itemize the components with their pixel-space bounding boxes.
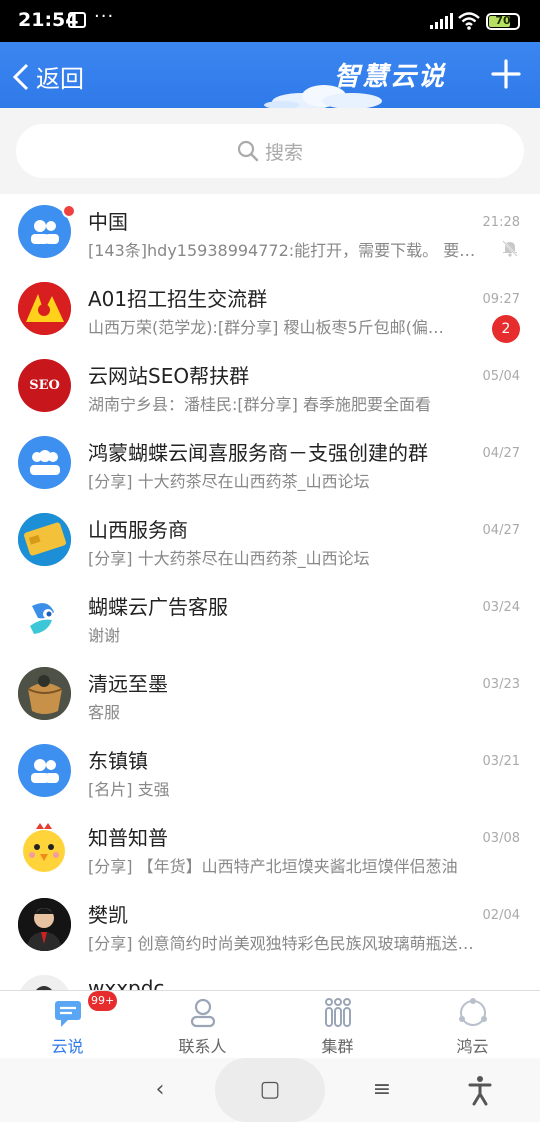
group-avatar (18, 436, 71, 489)
tab-label: 云说 (51, 1037, 84, 1056)
conversation-preview: 谢谢 (88, 626, 121, 645)
conversation-preview: [分享] 创意简约时尚美观独特彩色民族风玻璃萌瓶送… (88, 934, 474, 953)
conversation-name: 樊凯 (88, 903, 128, 927)
conversation-preview: 湖南宁乡县：潘桂民:[群分享] 春季施肥要全面看 (88, 395, 431, 414)
conversation-time: 03/21 (482, 754, 520, 769)
seo-avatar: SEO (18, 359, 71, 412)
tab-label: 联系人 (178, 1037, 227, 1056)
red-logo-avatar (18, 282, 71, 335)
conversation-item[interactable]: 鸿蒙蝴蝶云闻喜服务商－支强创建的群 [分享] 十大药茶尽在山西药茶_山西论坛 0… (0, 425, 540, 502)
conversation-item[interactable]: 东镇镇 [名片] 支强 03/21 (0, 733, 540, 810)
mute-bell-icon (502, 240, 518, 257)
conversation-preview: [分享] 十大药茶尽在山西药茶_山西论坛 (88, 549, 370, 568)
conversation-item[interactable]: 清远至墨 客服 03/23 (0, 656, 540, 733)
conversation-preview: [名片] 支强 (88, 780, 170, 799)
back-label: 返回 (36, 65, 84, 93)
search-area: 搜索 (0, 108, 540, 194)
group-icon (30, 219, 59, 244)
chick-avatar (18, 821, 71, 874)
tab-cluster[interactable]: 集群 (270, 991, 405, 1059)
accessibility-icon[interactable] (460, 1072, 500, 1108)
conversation-name: 东镇镇 (88, 749, 148, 773)
app-brand-logo: 智慧云说 (334, 62, 447, 92)
conversation-name: 中国 (88, 210, 128, 234)
nav-home-button[interactable]: ▢ (250, 1072, 290, 1108)
conversation-preview: [分享] 【年货】山西特产北垣馍夹酱北垣馍伴侣葱油 (88, 857, 458, 876)
conversation-time: 02/04 (482, 908, 520, 923)
cluster-icon (324, 998, 351, 1027)
contacts-icon (190, 998, 215, 1028)
conversation-preview: 山西万荣(范学龙):[群分享] 稷山板枣5斤包邮(偏… (88, 318, 444, 337)
conversation-preview: [分享] 十大药茶尽在山西药茶_山西论坛 (88, 472, 370, 491)
unread-badge: 2 (492, 315, 520, 343)
conversation-time: 05/04 (482, 369, 520, 384)
battery-icon: 70 (486, 13, 520, 30)
conversation-name: 云网站SEO帮扶群 (88, 364, 250, 388)
conversation-name: 山西服务商 (88, 518, 188, 542)
bottom-tab-bar: 99+ 云说 联系人 集群 鸿云 (0, 990, 540, 1058)
cloud-network-icon (458, 998, 487, 1026)
conversation-preview: 客服 (88, 703, 121, 722)
back-button[interactable]: 返回 (12, 59, 84, 94)
chat-icon (54, 1001, 81, 1027)
group-avatar (18, 744, 71, 797)
conversation-item[interactable]: 中国 [143条]hdy15938994772:能打开，需要下载。 要… 21:… (0, 194, 540, 271)
group-icon (29, 449, 60, 475)
wifi-icon (458, 12, 480, 30)
butterfly-avatar (18, 590, 71, 643)
signal-icon (430, 13, 453, 29)
conversation-list[interactable]: 中国 [143条]hdy15938994772:能打开，需要下载。 要… 21:… (0, 194, 540, 990)
conversation-time: 09:27 (482, 292, 520, 307)
conversation-name: 蝴蝶云广告客服 (88, 595, 228, 619)
person-avatar (18, 898, 71, 951)
search-placeholder: 搜索 (264, 141, 303, 164)
conversation-item[interactable]: wxxpdc (0, 964, 540, 990)
conversation-item[interactable]: 蝴蝶云广告客服 谢谢 03/24 (0, 579, 540, 656)
nav-back-button[interactable]: ‹ (140, 1072, 180, 1108)
photo-avatar (18, 667, 71, 720)
tab-badge: 99+ (88, 991, 118, 1011)
conversation-time: 03/08 (482, 831, 520, 846)
system-nav-bar: ‹ ▢ ≡ (0, 1058, 540, 1122)
card-avatar (18, 513, 71, 566)
conversation-time: 21:28 (482, 215, 520, 230)
search-icon (237, 140, 259, 162)
conversation-time: 04/27 (482, 523, 520, 538)
person-avatar (18, 975, 71, 990)
conversation-name: 知普知普 (88, 826, 168, 850)
unread-dot (62, 204, 76, 218)
conversation-item[interactable]: A01招工招生交流群 山西万荣(范学龙):[群分享] 稷山板枣5斤包邮(偏… 0… (0, 271, 540, 348)
add-icon[interactable] (490, 58, 522, 90)
search-input[interactable]: 搜索 (16, 124, 524, 178)
conversation-item[interactable]: 山西服务商 [分享] 十大药茶尽在山西药茶_山西论坛 04/27 (0, 502, 540, 579)
conversation-name: 清远至墨 (88, 672, 168, 696)
conversation-name: 鸿蒙蝴蝶云闻喜服务商－支强创建的群 (88, 441, 428, 465)
chevron-left-icon (12, 63, 29, 90)
conversation-item[interactable]: 知普知普 [分享] 【年货】山西特产北垣馍夹酱北垣馍伴侣葱油 03/08 (0, 810, 540, 887)
conversation-time: 03/24 (482, 600, 520, 615)
conversation-name: A01招工招生交流群 (88, 287, 268, 311)
more-notifications-icon: ··· (94, 6, 115, 27)
app-header: 返回 智慧云说 (0, 42, 540, 108)
conversation-preview: [143条]hdy15938994772:能打开，需要下载。 要… (88, 241, 476, 260)
nav-menu-button[interactable]: ≡ (362, 1072, 402, 1108)
tab-contacts[interactable]: 联系人 (135, 991, 270, 1059)
message-notification-icon (68, 12, 86, 28)
conversation-time: 03/23 (482, 677, 520, 692)
battery-level: 70 (495, 14, 511, 27)
seo-avatar-text: SEO (29, 378, 60, 393)
conversation-name: wxxpdc (88, 976, 165, 990)
conversation-time: 04/27 (482, 446, 520, 461)
tab-label: 集群 (321, 1037, 354, 1056)
chick-icon (23, 823, 65, 872)
tab-hongyun[interactable]: 鸿云 (405, 991, 540, 1059)
butterfly-icon (30, 603, 54, 634)
tab-label: 鸿云 (456, 1037, 489, 1056)
conversation-item[interactable]: 樊凯 [分享] 创意简约时尚美观独特彩色民族风玻璃萌瓶送… 02/04 (0, 887, 540, 964)
group-icon (30, 758, 59, 783)
tab-yunshuo[interactable]: 99+ 云说 (0, 991, 135, 1059)
status-bar: 21:54 ··· 70 (0, 0, 540, 42)
conversation-item[interactable]: SEO 云网站SEO帮扶群 湖南宁乡县：潘桂民:[群分享] 春季施肥要全面看 0… (0, 348, 540, 425)
